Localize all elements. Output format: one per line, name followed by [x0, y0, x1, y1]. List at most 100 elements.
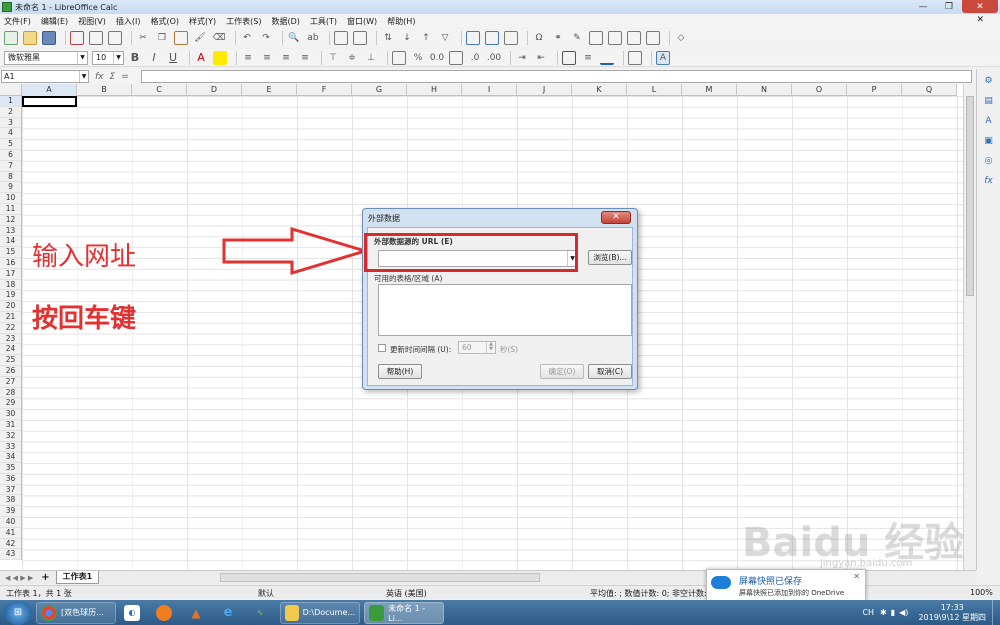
gallery-icon[interactable]: ▣ [981, 133, 997, 149]
show-draw-functions-icon[interactable]: ◇ [674, 31, 688, 45]
save-icon[interactable] [42, 31, 56, 45]
sum-icon[interactable]: Σ [110, 72, 116, 82]
menu-file[interactable]: 文件(F) [4, 16, 31, 27]
menu-insert[interactable]: 插入(I) [116, 16, 141, 27]
taskbar-item-baidu-netdisk[interactable]: ◐ [120, 602, 148, 624]
menu-window[interactable]: 窗口(W) [347, 16, 377, 27]
available-tables-list[interactable] [378, 284, 632, 336]
clear-format-icon[interactable]: ⌫ [212, 31, 226, 45]
decrease-indent-icon[interactable]: ⇤ [534, 51, 548, 65]
row-icon[interactable] [334, 31, 348, 45]
close-window-button[interactable]: ✕ [962, 0, 998, 13]
increase-indent-icon[interactable]: ⇥ [515, 51, 529, 65]
underline-icon[interactable]: U [166, 51, 180, 65]
scrollbar-thumb[interactable] [966, 96, 974, 296]
freeze-rows-columns-icon[interactable] [627, 31, 641, 45]
row-header[interactable]: 11 [0, 204, 21, 215]
italic-icon[interactable]: I [147, 51, 161, 65]
column-header[interactable]: B [77, 84, 132, 96]
sort-descending-icon[interactable]: ↑ [419, 31, 433, 45]
dialog-close-button[interactable]: ✕ [601, 211, 631, 224]
bold-icon[interactable]: B [128, 51, 142, 65]
show-desktop-button[interactable] [992, 600, 1000, 625]
column-header[interactable]: O [792, 84, 847, 96]
row-header[interactable]: 25 [0, 355, 21, 366]
function-wizard-icon[interactable]: fx [95, 72, 104, 82]
redo-icon[interactable]: ↷ [259, 31, 273, 45]
onedrive-notification[interactable]: 屏幕快照已保存 屏幕快照已添加到你的 OneDrive ✕ [706, 569, 866, 601]
column-header[interactable]: F [297, 84, 352, 96]
formula-icon[interactable]: = [121, 72, 129, 82]
navigator-icon[interactable]: ◎ [981, 153, 997, 169]
menu-sheet[interactable]: 工作表(S) [226, 16, 261, 27]
border-style-icon[interactable]: ≡ [581, 51, 595, 65]
percent-format-icon[interactable]: % [411, 51, 425, 65]
help-button[interactable]: 帮助(H) [378, 364, 422, 379]
ok-button[interactable]: 确定(O) [540, 364, 584, 379]
row-header[interactable]: 32 [0, 431, 21, 442]
row-header[interactable]: 5 [0, 139, 21, 150]
find-replace-icon[interactable]: 🔍 [287, 31, 301, 45]
insert-chart-icon[interactable] [485, 31, 499, 45]
menu-data[interactable]: 数据(D) [271, 16, 299, 27]
center-vertically-icon[interactable]: ≑ [345, 51, 359, 65]
column-header[interactable]: A [22, 84, 77, 96]
taskbar-item-app[interactable]: ∿ [248, 602, 276, 624]
chevron-down-icon[interactable]: ▼ [113, 51, 123, 64]
chevron-down-icon[interactable]: ▼ [79, 71, 88, 82]
align-bottom-icon[interactable]: ⊥ [364, 51, 378, 65]
network-icon[interactable]: ▮ [891, 608, 895, 617]
undo-icon[interactable]: ↶ [240, 31, 254, 45]
row-header[interactable]: 9 [0, 182, 21, 194]
align-center-icon[interactable]: ≡ [260, 51, 274, 65]
row-header[interactable]: 20 [0, 301, 21, 312]
row-header[interactable]: 10 [0, 193, 21, 204]
font-color-icon[interactable]: A [194, 51, 208, 65]
zoom-level[interactable]: 100% [970, 588, 993, 597]
row-header[interactable]: 28 [0, 388, 21, 399]
row-header[interactable]: 35 [0, 463, 21, 474]
column-header[interactable]: L [627, 84, 682, 96]
sidebar-menu-icon[interactable]: ⚙ [981, 73, 997, 89]
row-header[interactable]: 21 [0, 312, 21, 323]
row-header[interactable]: 40 [0, 517, 21, 528]
insert-image-icon[interactable] [466, 31, 480, 45]
export-pdf-icon[interactable] [70, 31, 84, 45]
new-icon[interactable] [4, 31, 18, 45]
sheet-nav-arrows[interactable]: ◀ ◀ ▶ ▶ [5, 574, 33, 582]
row-header[interactable]: 8 [0, 172, 21, 183]
column-header[interactable]: D [187, 84, 242, 96]
hyperlink-icon[interactable]: ⚭ [551, 31, 565, 45]
row-header[interactable]: 15 [0, 247, 21, 258]
cancel-button[interactable]: 取消(C) [588, 364, 632, 379]
row-header[interactable]: 41 [0, 528, 21, 539]
sheet-tab[interactable]: 工作表1 [55, 571, 100, 584]
print-preview-icon[interactable] [108, 31, 122, 45]
autofilter-icon[interactable]: ▽ [438, 31, 452, 45]
headers-footers-icon[interactable] [589, 31, 603, 45]
wrap-text-icon[interactable]: A [656, 50, 670, 65]
conditional-format-icon[interactable] [628, 50, 642, 65]
font-size-box[interactable]: 10 ▼ [92, 50, 124, 65]
menu-edit[interactable]: 编辑(E) [41, 16, 68, 27]
row-header[interactable]: 27 [0, 377, 21, 388]
row-header[interactable]: 37 [0, 485, 21, 496]
row-header[interactable]: 30 [0, 409, 21, 420]
spinner-arrows-icon[interactable]: ▲ ▼ [486, 342, 495, 353]
column-header[interactable]: K [572, 84, 627, 96]
row-header[interactable]: 24 [0, 344, 21, 356]
maximize-button[interactable]: ❐ [936, 0, 962, 13]
number-format-icon[interactable]: 0.0 [430, 51, 444, 65]
row-header[interactable]: 4 [0, 128, 21, 140]
taskbar-item-calc[interactable]: 未命名 1 - Li... [364, 601, 444, 624]
row-header[interactable]: 2 [0, 107, 21, 118]
column-header[interactable]: J [517, 84, 572, 96]
taskbar-item-firefox[interactable] [152, 602, 180, 624]
row-header[interactable]: 16 [0, 258, 21, 269]
browse-button[interactable]: 浏览(B)... [588, 250, 632, 265]
menu-tools[interactable]: 工具(T) [310, 16, 337, 27]
row-header[interactable]: 23 [0, 334, 21, 345]
special-character-icon[interactable]: Ω [532, 31, 546, 45]
taskbar-item-matlab[interactable]: ▲ [184, 602, 212, 624]
sort-ascending-icon[interactable]: ↓ [400, 31, 414, 45]
